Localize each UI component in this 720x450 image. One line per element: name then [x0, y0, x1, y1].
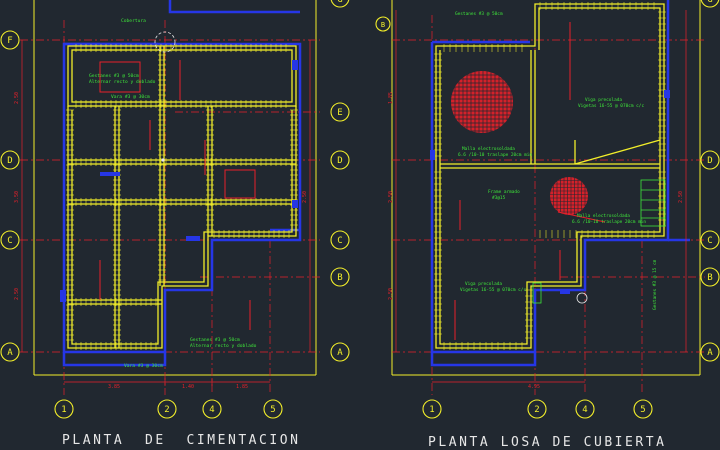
right-side-dim-2: 2.50 — [388, 191, 394, 203]
right-plan-title: PLANTA LOSA DE CUBIERTA — [428, 435, 664, 450]
right-roof-plan — [430, 0, 690, 367]
left-side-dim-2: 3.50 — [14, 191, 20, 203]
axis-label-row-left-c: C — [7, 236, 12, 246]
left-estribos-note-2: Gestanes #3 @ 50cm — [190, 337, 240, 343]
axis-bubbles — [0, 0, 720, 419]
axis-label-left-4: 4 — [209, 405, 214, 415]
axis-label-row-mid-d: D — [337, 156, 342, 166]
right-dim-bottom: 4.95 — [432, 381, 585, 390]
right-sheet-frame — [391, 0, 701, 376]
left-beams — [67, 45, 297, 349]
axis-label-left-1: 1 — [61, 405, 66, 415]
left-estribos-note-1b: Alternar recto y doblado — [89, 79, 156, 85]
right-top-note: Gestanes #3 @ 50cm — [455, 11, 503, 17]
right-side-dim-1: 1.85 — [388, 92, 394, 104]
left-dim-2: 1.40 — [182, 384, 194, 390]
axis-label-left-2: 2 — [164, 405, 169, 415]
right-viga-note-1b: Vigetas 16-55 @ 070cm c/c — [578, 103, 644, 109]
left-varilla-note-2: Vara #3 @ 30cm — [124, 363, 163, 369]
left-stirrups — [66, 44, 298, 350]
axis-label-row-right-c: C — [707, 236, 712, 246]
axis-label-row-left-d: D — [7, 156, 12, 166]
right-malla-note-2b: 6.6 /10-10 traslape 20cm min — [572, 219, 646, 225]
right-small-circle — [576, 292, 588, 304]
axis-label-right-4: 4 — [582, 405, 587, 415]
left-side-dim-3: 2.50 — [14, 288, 20, 300]
left-estribos-note-1: Gestanes #3 @ 50cm — [89, 73, 139, 79]
axis-label-right-5: 5 — [640, 405, 645, 415]
left-dim-1: 3.85 — [108, 384, 120, 390]
axis-label-row-right-a: A — [707, 348, 713, 358]
right-armado-note-b: #3@15 — [492, 195, 506, 201]
axis-label-row-right-g: G — [707, 0, 712, 5]
left-walls — [62, 0, 302, 367]
axis-label-row-mid-e: E — [337, 108, 342, 118]
right-mesh-circle-1 — [451, 71, 513, 133]
right-annotations: Gestanes #3 @ 50cm Viga precolada Vigeta… — [455, 11, 658, 310]
axis-label-row-mid-b: B — [337, 273, 342, 283]
cad-drawing-canvas: Gestanes #3 @ 50cm Alternar recto y dobl… — [0, 0, 720, 450]
left-sheet-frame — [33, 0, 317, 376]
axis-label-left-5: 5 — [270, 405, 275, 415]
axis-label-row-right-d: D — [707, 156, 712, 166]
left-side-dim-1: 2.50 — [14, 92, 20, 104]
left-dim-bottom: 3.85 1.40 1.85 — [64, 378, 270, 390]
right-side-dim-3: 2.50 — [388, 288, 394, 300]
left-varilla-note-1: Vara #3 @ 30cm — [111, 94, 150, 100]
right-beams — [435, 3, 665, 349]
axis-label-row-mid-a: A — [337, 348, 343, 358]
right-viga-note-2: Viga precolada — [465, 281, 502, 287]
axis-label-top-b: B — [381, 21, 385, 29]
left-dim-3: 1.85 — [236, 384, 248, 390]
axis-label-row-left-a: A — [7, 348, 13, 358]
right-side-dim-4: 2.50 — [678, 191, 684, 203]
right-malla-note-2: Malla electrosoldada — [577, 213, 630, 219]
right-slab-hatch — [434, 2, 666, 350]
left-blue-bits — [60, 60, 298, 302]
axis-label-row-mid-c: C — [337, 236, 342, 246]
left-estribos-note-2b: Alternar recto y doblado — [190, 343, 257, 349]
right-mesh-circle-2 — [550, 177, 588, 215]
right-malla-note-1: Malla electrosoldada — [462, 146, 515, 152]
left-annotations: Gestanes #3 @ 50cm Alternar recto y dobl… — [89, 18, 257, 369]
axis-label-row-right-b: B — [707, 273, 712, 283]
right-viga-note-1: Viga precolada — [585, 97, 622, 103]
right-side-note: Gestanes #3 @ 15 cm — [652, 259, 658, 310]
left-plan-title: PLANTA DE CIMENTACION — [62, 433, 298, 448]
right-dim-1: 4.95 — [528, 384, 540, 390]
axis-label-row-left-f: F — [7, 36, 12, 46]
left-corner-label: Cobertura — [121, 18, 146, 24]
axis-label-row-mid-g: G — [337, 0, 342, 5]
right-malla-note-1b: 6.6 /10-10 traslape 20cm min — [458, 152, 532, 158]
right-viga-note-2b: Vigetas 16-55 @ 070cm c/c — [460, 287, 526, 293]
right-armado-note: Frame armado — [488, 189, 520, 195]
axis-label-right-1: 1 — [429, 405, 434, 415]
left-side-dim-4: 2.50 — [302, 191, 308, 203]
axis-label-right-2: 2 — [534, 405, 539, 415]
left-foundation-plan — [60, 0, 302, 367]
